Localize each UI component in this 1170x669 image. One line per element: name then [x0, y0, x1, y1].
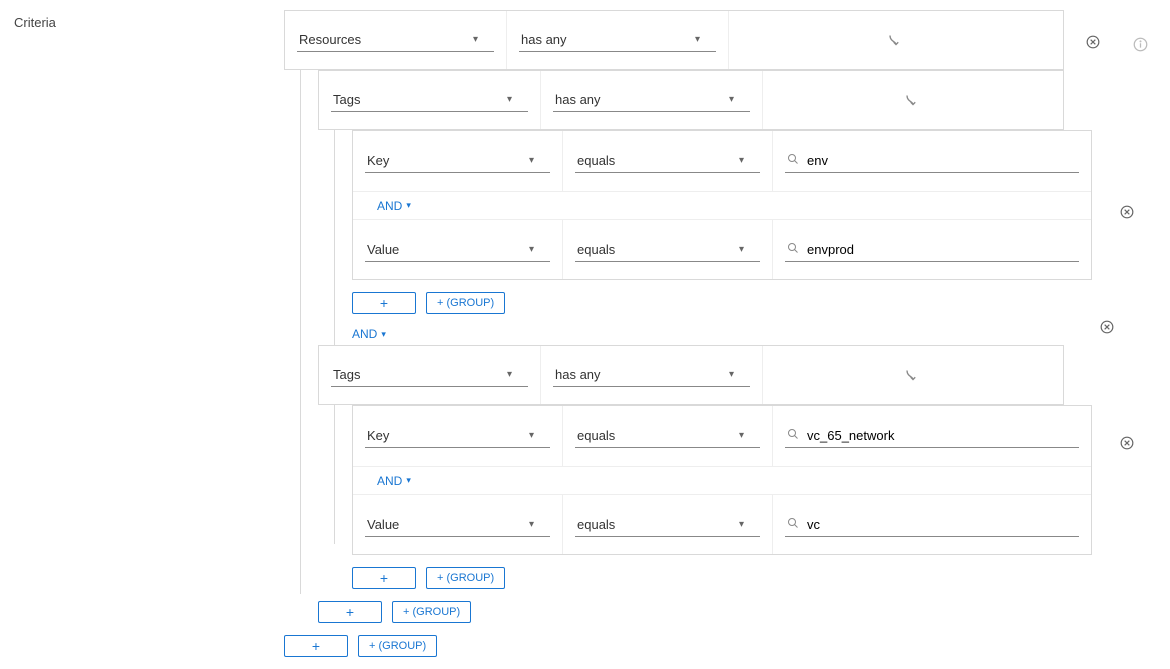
- chevron-down-icon: ▾: [729, 94, 734, 105]
- chevron-down-icon: ▾: [739, 244, 744, 255]
- value-field-dropdown[interactable]: Value ▾: [365, 238, 550, 262]
- chevron-down-icon: ▾: [739, 155, 744, 166]
- and-operator-toggle[interactable]: AND ▾: [352, 327, 386, 341]
- value-op-dropdown[interactable]: equals ▾: [575, 238, 760, 262]
- value-op-dropdown[interactable]: equals ▾: [575, 513, 760, 537]
- field-value: Tags: [333, 92, 360, 107]
- key-op-dropdown[interactable]: equals ▾: [575, 424, 760, 448]
- chevron-down-icon: ▾: [529, 430, 534, 441]
- value-op-value: equals: [577, 517, 615, 532]
- and-label: AND: [377, 199, 402, 213]
- value-field-value: Value: [367, 517, 399, 532]
- kv-group: Key ▾ equals ▾: [352, 405, 1092, 555]
- info-icon[interactable]: [1133, 37, 1148, 52]
- chevron-down-icon: ▾: [406, 475, 411, 486]
- field-value: Resources: [299, 32, 361, 47]
- chevron-down-icon: ▾: [529, 244, 534, 255]
- value-value-input[interactable]: [785, 513, 1079, 537]
- criteria-row: Tags ▾ has any ▾: [318, 345, 1064, 405]
- chevron-down-icon: ▾: [507, 369, 512, 380]
- field-dropdown[interactable]: Tags ▾: [331, 363, 528, 387]
- chevron-down-icon: ▾: [695, 34, 700, 45]
- value-field-value: Value: [367, 242, 399, 257]
- field-value: Tags: [333, 367, 360, 382]
- key-op-dropdown[interactable]: equals ▾: [575, 149, 760, 173]
- expand-icon[interactable]: [904, 366, 922, 384]
- expand-icon[interactable]: [887, 31, 905, 49]
- chevron-down-icon: ▾: [739, 430, 744, 441]
- add-button[interactable]: +: [352, 292, 416, 314]
- operator-value: has any: [521, 32, 567, 47]
- key-field-dropdown[interactable]: Key ▾: [365, 424, 550, 448]
- chevron-down-icon: ▾: [529, 519, 534, 530]
- and-operator-toggle[interactable]: AND ▾: [377, 474, 411, 488]
- add-button[interactable]: +: [352, 567, 416, 589]
- operator-dropdown[interactable]: has any ▾: [519, 28, 716, 52]
- section-label: Criteria: [14, 15, 56, 30]
- and-label: AND: [352, 327, 377, 341]
- delete-row-icon[interactable]: [1100, 320, 1114, 334]
- operator-dropdown[interactable]: has any ▾: [553, 88, 750, 112]
- value-value-input[interactable]: [785, 238, 1079, 262]
- delete-row-icon[interactable]: [1120, 436, 1134, 450]
- value-op-value: equals: [577, 242, 615, 257]
- chevron-down-icon: ▾: [507, 94, 512, 105]
- field-dropdown[interactable]: Resources ▾: [297, 28, 494, 52]
- field-dropdown[interactable]: Tags ▾: [331, 88, 528, 112]
- key-field-value: Key: [367, 428, 389, 443]
- operator-dropdown[interactable]: has any ▾: [553, 363, 750, 387]
- chevron-down-icon: ▾: [729, 369, 734, 380]
- operator-value: has any: [555, 92, 601, 107]
- kv-group: Key ▾ equals ▾: [352, 130, 1092, 280]
- and-operator-toggle[interactable]: AND ▾: [377, 199, 411, 213]
- key-op-value: equals: [577, 153, 615, 168]
- add-group-button[interactable]: + (GROUP): [358, 635, 437, 657]
- chevron-down-icon: ▾: [529, 155, 534, 166]
- key-field-value: Key: [367, 153, 389, 168]
- expand-icon[interactable]: [904, 91, 922, 109]
- add-group-button[interactable]: + (GROUP): [426, 567, 505, 589]
- criteria-row: Tags ▾ has any ▾: [318, 70, 1064, 130]
- criteria-row: Resources ▾ has any ▾: [284, 10, 1064, 70]
- and-label: AND: [377, 474, 402, 488]
- key-field-dropdown[interactable]: Key ▾: [365, 149, 550, 173]
- key-value-input[interactable]: [785, 149, 1079, 173]
- key-op-value: equals: [577, 428, 615, 443]
- add-group-button[interactable]: + (GROUP): [426, 292, 505, 314]
- delete-row-icon[interactable]: [1120, 205, 1134, 219]
- chevron-down-icon: ▾: [381, 329, 386, 340]
- operator-value: has any: [555, 367, 601, 382]
- chevron-down-icon: ▾: [739, 519, 744, 530]
- add-button[interactable]: +: [284, 635, 348, 657]
- chevron-down-icon: ▾: [473, 34, 478, 45]
- key-value-input[interactable]: [785, 424, 1079, 448]
- value-field-dropdown[interactable]: Value ▾: [365, 513, 550, 537]
- chevron-down-icon: ▾: [406, 200, 411, 211]
